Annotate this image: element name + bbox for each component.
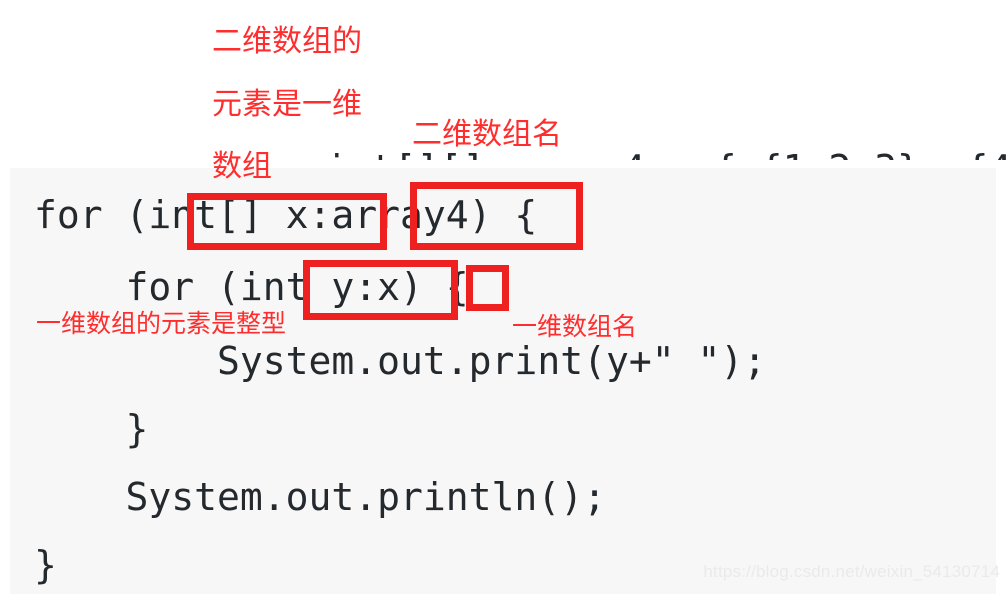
code-line-inner-for: for (int y:x) { (34, 265, 469, 309)
code-line-print: System.out.print(y+" "); (34, 339, 767, 383)
annotation-2d-array-elements-line1: 二维数组的 (212, 24, 362, 59)
watermark-url: https://blog.csdn.net/weixin_54130714 (703, 562, 1000, 581)
screenshot-root: int[][] array4 = { {1,2,3}, {4,5,6}, {7,… (0, 0, 1008, 594)
code-line-close-outer-brace: } (34, 543, 57, 587)
annotation-1d-array-name: 一维数组名 (512, 312, 638, 341)
code-line-close-inner-brace: } (34, 407, 149, 451)
annotation-2d-array-elements-line2: 元素是一维 (212, 87, 362, 122)
annotation-2d-array-elements-line3: 数组 (212, 149, 272, 184)
code-line-outer-for: for (int[] x:array4) { (34, 193, 538, 237)
annotation-1d-element-int: 一维数组的元素是整型 (36, 309, 287, 338)
code-line-println: System.out.println(); (34, 475, 606, 519)
annotation-2d-array-name: 二维数组名 (412, 117, 562, 152)
